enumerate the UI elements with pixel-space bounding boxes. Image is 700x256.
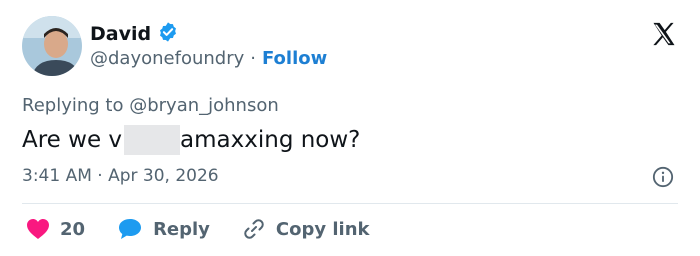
tweet-time[interactable]: 3:41 AM: [22, 166, 92, 186]
like-button[interactable]: 20: [26, 218, 85, 240]
info-icon[interactable]: [652, 166, 674, 188]
avatar[interactable]: [22, 16, 82, 76]
reply-label: Reply: [153, 218, 210, 240]
link-icon: [244, 219, 264, 239]
author-handle[interactable]: @dayonefoundry: [90, 48, 244, 69]
heart-icon: [27, 219, 49, 239]
replying-prefix: Replying to: [22, 95, 124, 116]
reply-button[interactable]: Reply: [117, 217, 210, 241]
replying-to: Replying to @bryan_johnson: [22, 95, 279, 116]
action-bar: 20 Reply Copy link: [26, 217, 402, 241]
redaction-box: [124, 125, 181, 155]
tweet-text-after: amaxxing now?: [180, 127, 361, 153]
replying-handle[interactable]: @bryan_johnson: [129, 95, 279, 116]
like-count: 20: [60, 218, 86, 240]
copy-link-button[interactable]: Copy link: [242, 217, 370, 241]
tweet-text-before: Are we v: [22, 127, 123, 153]
divider: [22, 203, 678, 204]
copy-link-label: Copy link: [275, 218, 370, 240]
reply-bubble-icon: [119, 219, 142, 239]
verified-badge-icon: [157, 21, 179, 47]
x-logo-icon[interactable]: [650, 20, 678, 48]
separator-dot: ·: [97, 166, 109, 186]
author-name[interactable]: David: [90, 23, 151, 45]
timestamp[interactable]: 3:41 AM · Apr 30, 2026: [22, 166, 219, 186]
follow-button[interactable]: Follow: [262, 48, 327, 69]
separator-dot: ·: [250, 48, 256, 69]
tweet-date[interactable]: Apr 30, 2026: [108, 166, 219, 186]
tweet-text: Are we v amaxxing now?: [22, 125, 360, 155]
